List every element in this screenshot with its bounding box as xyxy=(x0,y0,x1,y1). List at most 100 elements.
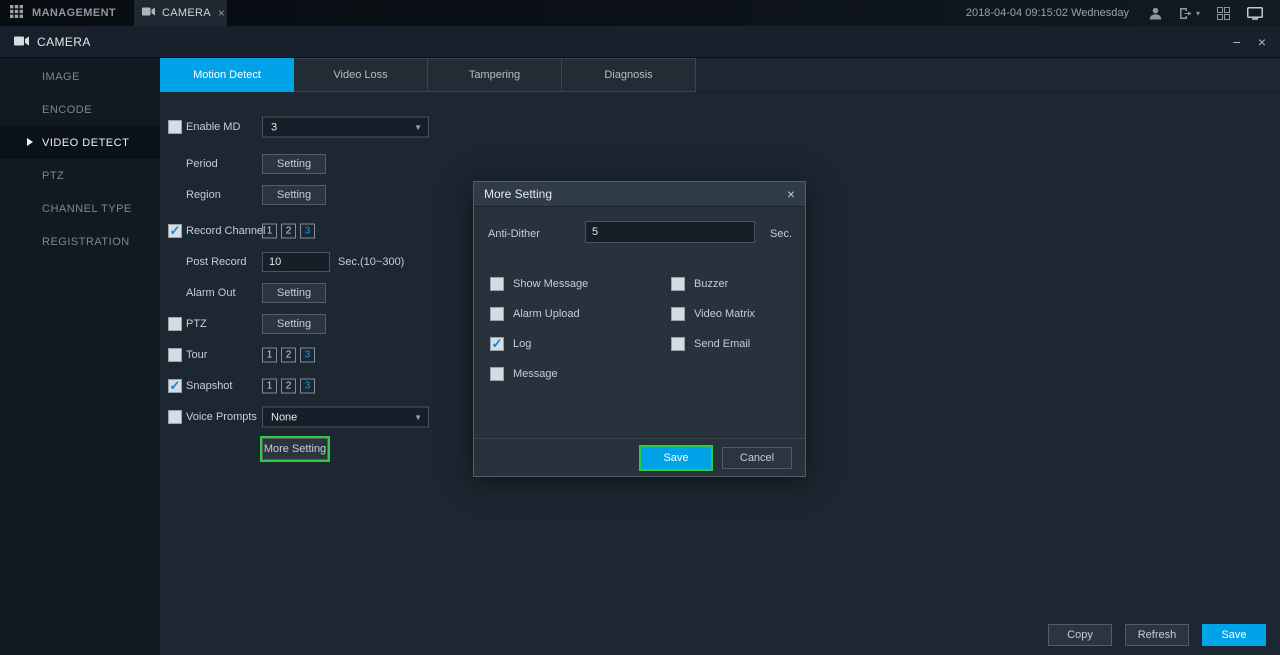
close-icon[interactable]: × xyxy=(1258,35,1266,49)
option-label: Buzzer xyxy=(694,278,728,290)
anti-dither-input[interactable] xyxy=(585,221,755,243)
enable-md-checkbox[interactable] xyxy=(168,120,182,134)
channel-3-button[interactable]: 3 xyxy=(300,379,315,394)
alarm-out-setting-button[interactable]: Setting xyxy=(262,283,326,303)
management-menu-button[interactable]: MANAGEMENT xyxy=(0,0,133,26)
sidebar-item-label: ENCODE xyxy=(42,104,92,116)
record-channel-checkbox[interactable]: ✓ xyxy=(168,224,182,238)
dialog-footer: Save Cancel xyxy=(474,438,805,476)
user-icon[interactable] xyxy=(1149,7,1162,20)
refresh-button[interactable]: Refresh xyxy=(1125,624,1189,646)
snapshot-channel-group: 1 2 3 xyxy=(262,379,315,394)
option-label: Log xyxy=(513,338,531,350)
voice-prompts-checkbox[interactable] xyxy=(168,410,182,424)
video-matrix-checkbox[interactable] xyxy=(671,307,685,321)
channel-3-button[interactable]: 3 xyxy=(300,224,315,239)
sidebar-item-encode[interactable]: ENCODE xyxy=(0,93,160,126)
dialog-save-button[interactable]: Save xyxy=(641,447,711,469)
post-record-input[interactable] xyxy=(262,252,330,272)
enable-md-label: Enable MD xyxy=(186,115,240,139)
close-icon[interactable]: × xyxy=(787,187,795,201)
topbar: MANAGEMENT CAMERA × 2018-04-04 09:15:02 … xyxy=(0,0,1280,26)
ptz-setting-button[interactable]: Setting xyxy=(262,314,326,334)
option-label: Alarm Upload xyxy=(513,308,580,320)
channel-2-button[interactable]: 2 xyxy=(281,224,296,239)
option-label: Show Message xyxy=(513,278,588,290)
option-buzzer: Buzzer xyxy=(671,276,728,292)
send-email-checkbox[interactable] xyxy=(671,337,685,351)
channel-2-button[interactable]: 2 xyxy=(281,348,296,363)
channel-3-button[interactable]: 3 xyxy=(300,348,315,363)
alarm-out-label: Alarm Out xyxy=(186,281,236,305)
camera-tab-label: CAMERA xyxy=(162,7,211,19)
sidebar-item-label: IMAGE xyxy=(42,71,80,83)
show-message-checkbox[interactable] xyxy=(490,277,504,291)
buzzer-checkbox[interactable] xyxy=(671,277,685,291)
option-send-email: Send Email xyxy=(671,336,750,352)
dropdown-value: 3 xyxy=(271,121,277,133)
option-message: Message xyxy=(490,366,558,382)
sidebar-item-image[interactable]: IMAGE xyxy=(0,60,160,93)
split-view-icon[interactable] xyxy=(1217,7,1230,20)
enable-md-channel-dropdown[interactable]: 3 ▼ xyxy=(262,117,429,138)
record-channel-group: 1 2 3 xyxy=(262,224,315,239)
copy-button[interactable]: Copy xyxy=(1048,624,1112,646)
option-alarm-upload: Alarm Upload xyxy=(490,306,580,322)
region-setting-button[interactable]: Setting xyxy=(262,185,326,205)
dialog-titlebar: More Setting × xyxy=(474,182,805,207)
ptz-checkbox[interactable] xyxy=(168,317,182,331)
camera-session-tab[interactable]: CAMERA × xyxy=(133,0,228,26)
record-channel-label: Record Channel xyxy=(186,219,266,243)
check-icon: ✓ xyxy=(170,379,181,392)
chevron-down-icon: ▾ xyxy=(1196,9,1200,18)
sidebar-item-video-detect[interactable]: VIDEO DETECT xyxy=(0,126,160,159)
snapshot-label: Snapshot xyxy=(186,374,232,398)
minimize-icon[interactable]: − xyxy=(1233,35,1241,49)
apps-grid-icon xyxy=(10,5,23,21)
option-show-message: Show Message xyxy=(490,276,588,292)
channel-1-button[interactable]: 1 xyxy=(262,348,277,363)
dialog-cancel-button[interactable]: Cancel xyxy=(722,447,792,469)
management-label: MANAGEMENT xyxy=(32,7,116,19)
check-icon: ✓ xyxy=(170,224,181,237)
message-checkbox[interactable] xyxy=(490,367,504,381)
option-label: Send Email xyxy=(694,338,750,350)
sidebar-item-label: PTZ xyxy=(42,170,64,182)
more-setting-button[interactable]: More Setting xyxy=(262,438,328,460)
channel-1-button[interactable]: 1 xyxy=(262,224,277,239)
logout-icon[interactable]: ▾ xyxy=(1179,7,1200,20)
post-record-label: Post Record xyxy=(186,250,247,274)
save-button[interactable]: Save xyxy=(1202,624,1266,646)
channel-2-button[interactable]: 2 xyxy=(281,379,296,394)
sidebar-item-channel-type[interactable]: CHANNEL TYPE xyxy=(0,192,160,225)
post-record-unit: Sec.(10~300) xyxy=(338,250,404,274)
dialog-title: More Setting xyxy=(484,187,552,201)
sidebar-item-ptz[interactable]: PTZ xyxy=(0,159,160,192)
log-checkbox[interactable]: ✓ xyxy=(490,337,504,351)
period-setting-button[interactable]: Setting xyxy=(262,154,326,174)
dropdown-value: None xyxy=(271,411,297,423)
window-title: CAMERA xyxy=(37,35,91,49)
anti-dither-label: Anti-Dither xyxy=(488,228,540,240)
footer-actions: Copy Refresh Save xyxy=(1048,624,1266,646)
sidebar-item-label: VIDEO DETECT xyxy=(42,137,129,149)
sidebar: IMAGE ENCODE VIDEO DETECT PTZ CHANNEL TY… xyxy=(0,58,160,655)
tour-checkbox[interactable] xyxy=(168,348,182,362)
option-log: ✓ Log xyxy=(490,336,531,352)
check-icon: ✓ xyxy=(492,337,503,350)
voice-prompts-label: Voice Prompts xyxy=(186,405,257,429)
option-video-matrix: Video Matrix xyxy=(671,306,755,322)
tour-label: Tour xyxy=(186,343,207,367)
close-icon[interactable]: × xyxy=(218,7,225,19)
voice-prompts-dropdown[interactable]: None ▼ xyxy=(262,407,429,428)
option-label: Message xyxy=(513,368,558,380)
region-label: Region xyxy=(186,183,221,207)
channel-1-button[interactable]: 1 xyxy=(262,379,277,394)
more-setting-dialog: More Setting × Anti-Dither Sec. Show Mes… xyxy=(473,181,806,477)
snapshot-checkbox[interactable]: ✓ xyxy=(168,379,182,393)
display-icon[interactable] xyxy=(1247,7,1263,20)
alarm-upload-checkbox[interactable] xyxy=(490,307,504,321)
anti-dither-unit: Sec. xyxy=(770,228,792,240)
datetime-display: 2018-04-04 09:15:02 Wednesday xyxy=(966,7,1129,19)
sidebar-item-registration[interactable]: REGISTRATION xyxy=(0,225,160,258)
